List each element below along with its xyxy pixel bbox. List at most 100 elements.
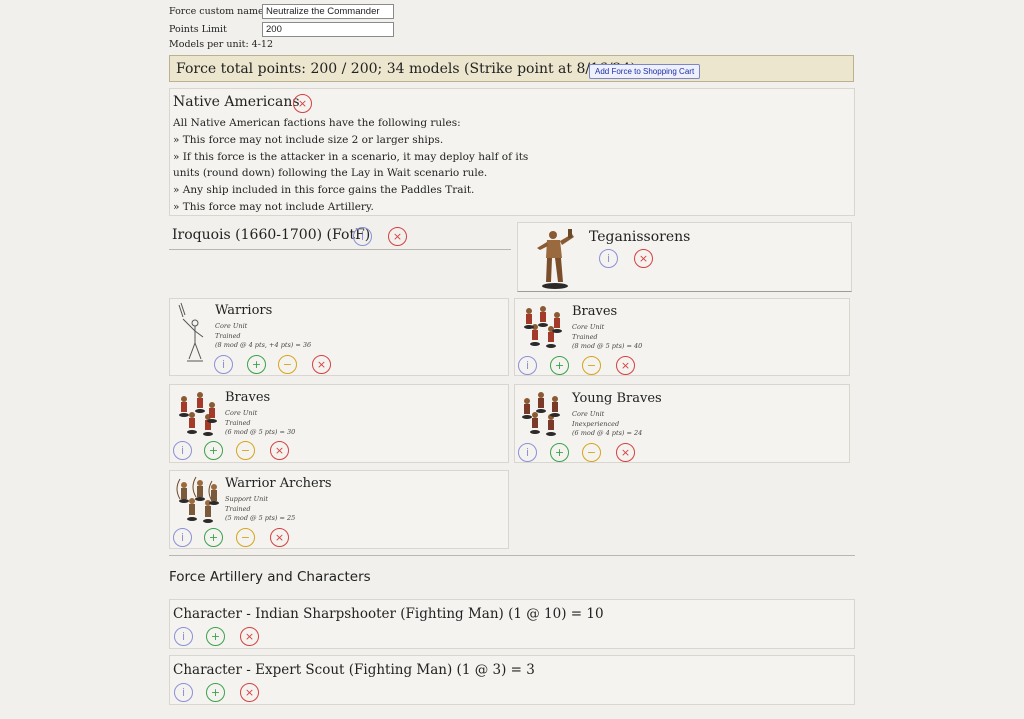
- unit-type: Core Unit: [215, 322, 248, 330]
- section-title: Force Artillery and Characters: [169, 569, 371, 585]
- remove-unit-button[interactable]: ×: [270, 441, 289, 460]
- info-icon: i: [180, 531, 185, 544]
- character-card: Character - Indian Sharpshooter (Fightin…: [169, 599, 855, 649]
- plus-icon: +: [251, 358, 262, 371]
- faction-panel: Native Americans × All Native American f…: [169, 88, 855, 216]
- rule-line: » This force may not include Artillery.: [173, 200, 374, 213]
- add-model-button[interactable]: +: [550, 443, 569, 462]
- unit-type: Support Unit: [225, 495, 269, 503]
- character-card: Character - Expert Scout (Fighting Man) …: [169, 655, 855, 705]
- add-to-cart-button[interactable]: Add Force to Shopping Cart: [589, 64, 701, 79]
- points-limit-label: Points Limit: [169, 24, 227, 35]
- add-model-button[interactable]: +: [204, 441, 223, 460]
- unit-info-button[interactable]: i: [518, 443, 537, 462]
- remove-model-button[interactable]: −: [582, 443, 601, 462]
- remove-unit-button[interactable]: ×: [270, 528, 289, 547]
- plus-icon: +: [210, 686, 221, 699]
- add-character-button[interactable]: +: [206, 627, 225, 646]
- remove-subfaction-button[interactable]: ×: [388, 227, 407, 246]
- rule-line: » If this force is the attacker in a sce…: [173, 150, 529, 163]
- remove-model-button[interactable]: −: [236, 441, 255, 460]
- unit-card: Young Braves Core Unit Inexperienced (6 …: [514, 384, 850, 463]
- braves-figures-image: [524, 306, 562, 348]
- models-per-unit: Models per unit: 4-12: [169, 39, 274, 50]
- unit-calc: (6 mod @ 5 pts) = 30: [225, 428, 296, 436]
- unit-training: Inexperienced: [572, 419, 620, 428]
- rule-line: » This force may not include size 2 or l…: [173, 133, 444, 146]
- unit-training: Trained: [572, 332, 598, 341]
- unit-card: Warriors Core Unit Trained (8 mod @ 4 pt…: [169, 298, 509, 376]
- custom-name-input[interactable]: Neutralize the Commander: [262, 4, 394, 19]
- rule-line: units (round down) following the Lay in …: [173, 167, 488, 180]
- close-icon: ×: [620, 446, 631, 459]
- remove-model-button[interactable]: −: [278, 355, 297, 374]
- add-model-button[interactable]: +: [204, 528, 223, 547]
- unit-training: Trained: [215, 331, 241, 340]
- subfaction-name: Iroquois (1660-1700) (FotF): [172, 227, 371, 243]
- remove-character-button[interactable]: ×: [240, 683, 259, 702]
- faction-rules: All Native American factions have the fo…: [173, 115, 773, 216]
- young-braves-figures-image: [522, 392, 560, 436]
- rule-line: All Native American factions have the fo…: [173, 117, 461, 129]
- unit-meta: Core Unit Trained (8 mod @ 5 pts) = 40: [572, 323, 642, 352]
- remove-character-button[interactable]: ×: [240, 627, 259, 646]
- subfaction-info-button[interactable]: i: [353, 227, 372, 246]
- unit-card: Braves Core Unit Trained (8 mod @ 5 pts)…: [514, 298, 850, 376]
- info-icon: i: [181, 686, 186, 699]
- close-icon: ×: [274, 531, 285, 544]
- remove-model-button[interactable]: −: [582, 356, 601, 375]
- close-icon: ×: [244, 686, 255, 699]
- plus-icon: +: [208, 531, 219, 544]
- unit-info-button[interactable]: i: [173, 528, 192, 547]
- commander-name: Teganissorens: [589, 229, 691, 245]
- unit-card: Warrior Archers Support Unit Trained (5 …: [169, 470, 509, 549]
- character-info-button[interactable]: i: [174, 627, 193, 646]
- unit-name: Braves: [225, 390, 271, 405]
- info-icon: i: [181, 630, 186, 643]
- braves-figures-image: [179, 392, 217, 436]
- unit-name: Warriors: [215, 303, 273, 318]
- unit-training: Trained: [225, 504, 251, 513]
- rule-line: » Any ship included in this force gains …: [173, 184, 475, 197]
- add-character-button[interactable]: +: [206, 683, 225, 702]
- character-info-button[interactable]: i: [174, 683, 193, 702]
- remove-model-button[interactable]: −: [236, 528, 255, 547]
- unit-meta: Core Unit Trained (8 mod @ 4 pts, +4 pts…: [215, 322, 311, 351]
- commander-info-button[interactable]: i: [599, 249, 618, 268]
- unit-info-button[interactable]: i: [214, 355, 233, 374]
- plus-icon: +: [208, 444, 219, 457]
- archers-figures-image: [176, 476, 219, 523]
- unit-calc: (5 mod @ 5 pts) = 25: [225, 514, 296, 522]
- info-icon: i: [606, 252, 611, 265]
- close-icon: ×: [316, 358, 327, 371]
- unit-info-button[interactable]: i: [173, 441, 192, 460]
- unit-meta: Core Unit Inexperienced (6 mod @ 4 pts) …: [572, 410, 642, 439]
- plus-icon: +: [554, 359, 565, 372]
- remove-commander-button[interactable]: ×: [634, 249, 653, 268]
- close-icon: ×: [244, 630, 255, 643]
- unit-name: Braves: [572, 304, 618, 319]
- unit-training: Trained: [225, 418, 251, 427]
- info-icon: i: [525, 446, 530, 459]
- unit-calc: (6 mod @ 4 pts) = 24: [572, 429, 643, 437]
- info-icon: i: [525, 359, 530, 372]
- plus-icon: +: [210, 630, 221, 643]
- close-icon: ×: [274, 444, 285, 457]
- add-model-button[interactable]: +: [550, 356, 569, 375]
- unit-card: Braves Core Unit Trained (6 mod @ 5 pts)…: [169, 384, 509, 463]
- remove-unit-button[interactable]: ×: [616, 356, 635, 375]
- remove-unit-button[interactable]: ×: [312, 355, 331, 374]
- unit-info-button[interactable]: i: [518, 356, 537, 375]
- points-limit-input[interactable]: 200: [262, 22, 394, 37]
- remove-faction-button[interactable]: ×: [293, 94, 312, 113]
- unit-calc: (8 mod @ 5 pts) = 40: [572, 342, 643, 350]
- section-divider: [169, 555, 855, 556]
- minus-icon: −: [586, 359, 597, 372]
- close-icon: ×: [620, 359, 631, 372]
- remove-unit-button[interactable]: ×: [616, 443, 635, 462]
- info-icon: i: [360, 230, 365, 243]
- add-model-button[interactable]: +: [247, 355, 266, 374]
- minus-icon: −: [240, 531, 251, 544]
- close-icon: ×: [392, 230, 403, 243]
- plus-icon: +: [554, 446, 565, 459]
